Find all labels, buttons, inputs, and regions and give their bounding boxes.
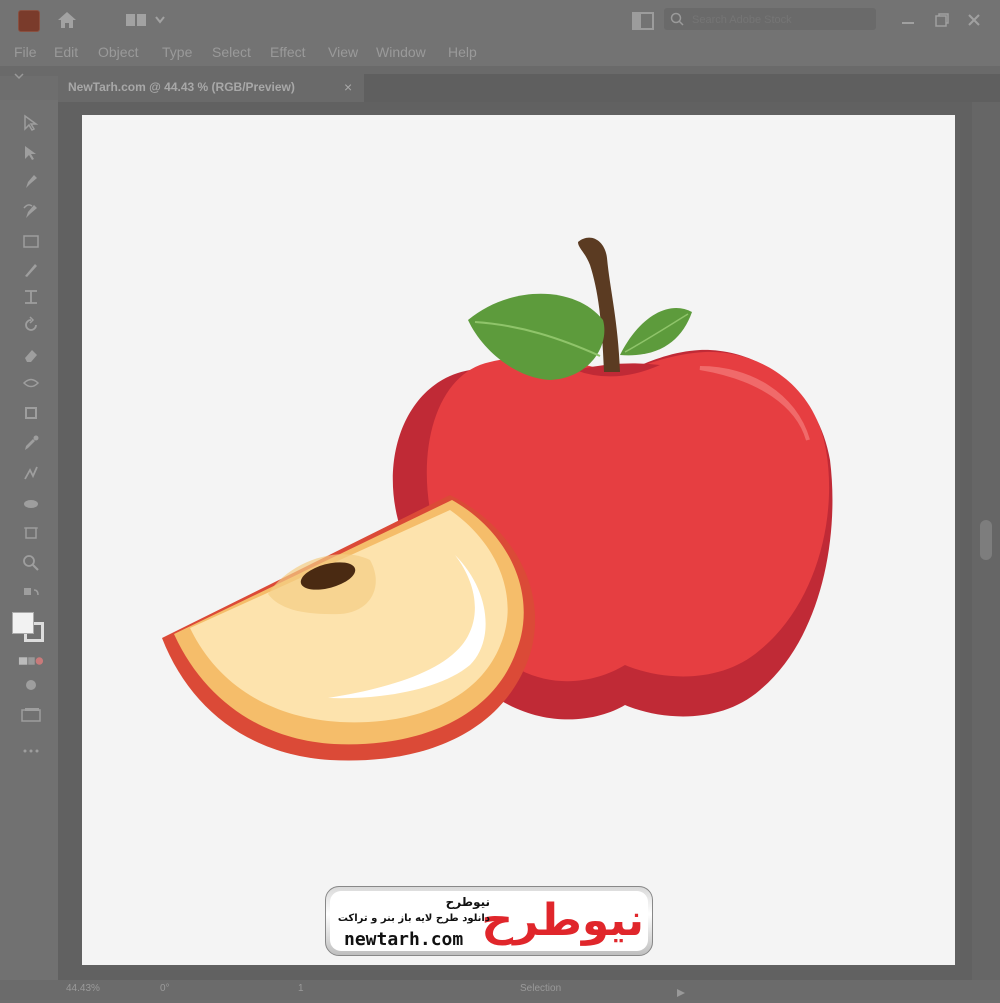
zoom-level[interactable]: 44.43% xyxy=(66,983,100,994)
watermark-inner: نیوطرح نیوطرح دانلود طرح لایه باز بنر و … xyxy=(330,891,648,951)
watermark-brand: نیوطرح xyxy=(445,895,490,909)
rotation-value[interactable]: 0° xyxy=(160,983,170,994)
apple-slice[interactable] xyxy=(162,495,536,761)
status-bar: 44.43% 0° 1 Selection xyxy=(0,980,1000,1000)
artboard-number[interactable]: 1 xyxy=(298,983,304,994)
watermark-logo-word: نیوطرح xyxy=(481,895,644,946)
current-tool: Selection xyxy=(520,983,562,994)
watermark-tagline: دانلود طرح لایه باز بنر و تراکت xyxy=(337,913,490,924)
apple-illustration[interactable] xyxy=(0,0,1000,1000)
watermark-badge: نیوطرح نیوطرح دانلود طرح لایه باز بنر و … xyxy=(325,886,653,956)
watermark-url: newtarh.com xyxy=(344,929,464,950)
play-icon[interactable] xyxy=(676,985,686,997)
